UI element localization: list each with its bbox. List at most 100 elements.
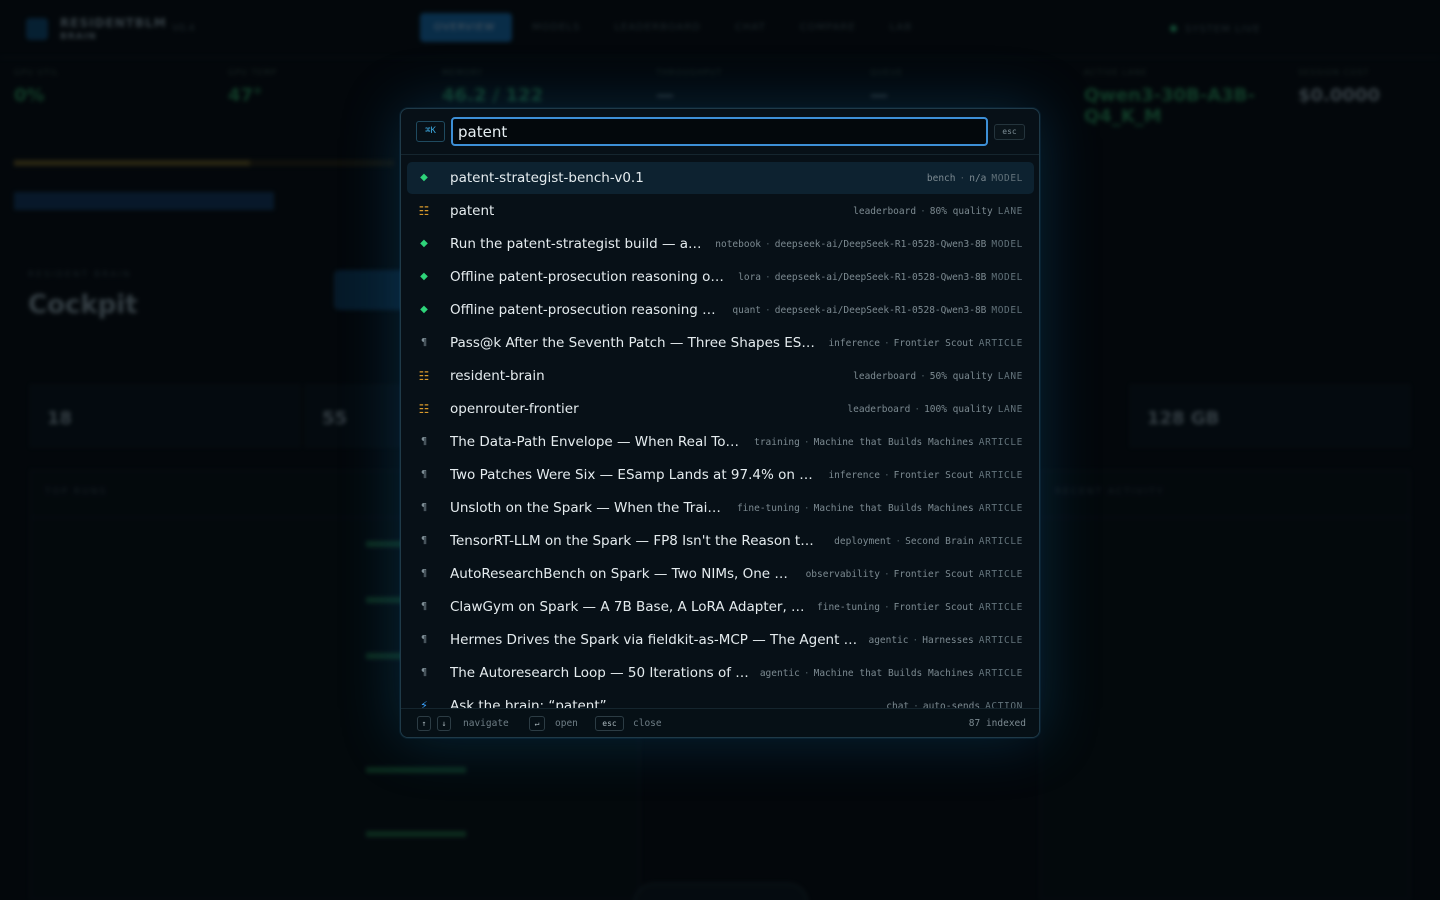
result-item[interactable]: ¶ deployment · Second Brain ARTICLE TensorRT-… xyxy=(407,525,1034,557)
result-meta-part: notebook xyxy=(715,239,762,250)
result-item[interactable]: ¶ fine-tuning · Machine that Builds Machine… xyxy=(407,492,1034,524)
result-title: AutoResearchBench on Spark — Two NIMs, O… xyxy=(450,566,788,582)
result-title: patent xyxy=(450,203,495,219)
result-item[interactable]: ¶ fine-tuning · Frontier Scout ARTICLE ClawGy… xyxy=(407,591,1034,623)
meta-separator: · xyxy=(883,569,890,580)
result-item[interactable]: ☷ leaderboard · 100% quality LANE openrouter-… xyxy=(407,393,1034,425)
result-title: Ask the brain: “patent” xyxy=(450,698,607,708)
result-title: Pass@k After the Seventh Patch — Three S… xyxy=(450,335,815,351)
result-item[interactable]: ☷ leaderboard · 80% quality LANE patent xyxy=(407,195,1034,227)
meta-separator: · xyxy=(883,470,890,481)
result-meta: leaderboard · 50% quality LANE xyxy=(853,371,1023,383)
lane-icon: ☷ xyxy=(418,369,430,383)
search-input[interactable] xyxy=(451,117,988,146)
result-kind-badge: MODEL xyxy=(991,272,1023,283)
meta-separator: · xyxy=(959,173,966,184)
article-icon: ¶ xyxy=(420,601,428,612)
result-meta: lora · deepseek-ai/DeepSeek-R1-0528-Qwen3-… xyxy=(738,272,1023,284)
meta-separator: · xyxy=(803,668,810,679)
meta-separator: · xyxy=(883,602,890,613)
result-meta: observability · Frontier Scout ARTICLE xyxy=(806,569,1023,581)
result-meta-part: lora xyxy=(738,272,762,283)
article-icon: ¶ xyxy=(420,337,428,348)
result-meta-part: deepseek-ai/DeepSeek-R1-0528-Qwen3-8B xyxy=(774,239,987,250)
result-meta-part: Second Brain xyxy=(905,536,974,547)
result-title: Two Patches Were Six — ESamp Lands at 97… xyxy=(450,467,819,483)
result-meta-part: chat xyxy=(886,701,910,708)
result-meta-part: Frontier Scout xyxy=(893,569,974,580)
result-kind-badge: ARTICLE xyxy=(978,437,1023,448)
result-item[interactable]: ◆ bench · n/a MODEL patent-strategist-bench-v… xyxy=(407,162,1034,194)
result-meta-part: fine-tuning xyxy=(736,503,800,514)
result-kind-badge: ARTICLE xyxy=(978,470,1023,481)
meta-separator: · xyxy=(914,404,921,415)
result-kind-badge: ARTICLE xyxy=(978,602,1023,613)
shortcut-hint: ⌘K xyxy=(416,121,445,142)
result-meta-part: inference xyxy=(828,470,880,481)
result-item[interactable]: ¶ agentic · Machine that Builds Machines ART… xyxy=(407,657,1034,689)
article-icon: ¶ xyxy=(420,469,428,480)
result-meta-part: deployment xyxy=(834,536,892,547)
result-kind-badge: MODEL xyxy=(991,305,1023,316)
esc-button[interactable]: esc xyxy=(994,124,1025,140)
model-icon: ◆ xyxy=(420,238,428,249)
meta-separator: · xyxy=(912,635,919,646)
result-kind-badge: MODEL xyxy=(991,173,1023,184)
result-item[interactable]: ⚡ chat · auto-sends ACTION Ask the brain: “pa… xyxy=(407,690,1034,708)
model-icon: ◆ xyxy=(420,172,428,183)
meta-separator: · xyxy=(765,272,771,283)
result-title: openrouter-frontier xyxy=(450,401,579,417)
result-meta-part: leaderboard xyxy=(853,206,917,217)
article-icon: ¶ xyxy=(420,634,428,645)
result-meta-part: inference xyxy=(828,338,880,349)
result-meta-part: agentic xyxy=(759,668,800,679)
result-item[interactable]: ¶ agentic · Harnesses ARTICLE Hermes Drives t… xyxy=(407,624,1034,656)
result-meta-part: Harnesses xyxy=(922,635,974,646)
lane-icon: ☷ xyxy=(418,204,430,218)
meta-separator: · xyxy=(803,503,810,514)
result-meta: agentic · Harnesses ARTICLE xyxy=(868,635,1023,647)
result-meta: chat · auto-sends ACTION xyxy=(886,701,1023,708)
result-item[interactable]: ◆ lora · deepseek-ai/DeepSeek-R1-0528-Qwen3… xyxy=(407,261,1034,293)
meta-separator: · xyxy=(920,206,926,217)
result-meta-part: auto-sends xyxy=(922,701,981,708)
result-meta-part: Frontier Scout xyxy=(893,338,974,349)
result-title: resident-brain xyxy=(450,368,545,384)
result-item[interactable]: ¶ inference · Frontier Scout ARTICLE Pass@k A… xyxy=(407,327,1034,359)
result-kind-badge: LANE xyxy=(997,404,1023,415)
result-item[interactable]: ☷ leaderboard · 50% quality LANE resident-bra… xyxy=(407,360,1034,392)
result-title: Unsloth on the Spark — When the Trai… xyxy=(450,500,721,516)
command-palette: ⌘K esc ◆bench·n/aMODELpatent-strategist-… xyxy=(400,108,1040,738)
result-kind-badge: ACTION xyxy=(985,701,1023,708)
result-item[interactable]: ◆ notebook · deepseek-ai/DeepSeek-R1-0528-Q… xyxy=(407,228,1034,260)
result-kind-badge: LANE xyxy=(997,371,1023,382)
result-kind-badge: ARTICLE xyxy=(978,536,1023,547)
article-icon: ¶ xyxy=(420,568,428,579)
result-kind-badge: MODEL xyxy=(991,239,1023,250)
enter-key-icon: ↵ xyxy=(529,716,545,731)
result-item[interactable]: ¶ inference · Frontier Scout ARTICLE Two Patc… xyxy=(407,459,1034,491)
result-title: Offline patent-prosecution reasoning o… xyxy=(450,269,724,285)
result-item[interactable]: ¶ training · Machine that Builds Machines AR… xyxy=(407,426,1034,458)
result-meta-part: 100% quality xyxy=(924,404,993,415)
result-meta-part: agentic xyxy=(868,635,909,646)
arrow-up-key-icon: ↑ xyxy=(417,716,431,731)
results-list: ◆ bench · n/a MODEL patent-strategist-bench-v… xyxy=(401,156,1039,708)
result-meta: notebook · deepseek-ai/DeepSeek-R1-0528-Qw… xyxy=(715,239,1023,251)
result-kind-badge: ARTICLE xyxy=(978,668,1023,679)
result-meta: agentic · Machine that Builds Machines ARTI… xyxy=(760,668,1023,680)
result-title: TensorRT-LLM on the Spark — FP8 Isn't th… xyxy=(450,533,814,549)
meta-separator: · xyxy=(920,371,926,382)
palette-footer: ↑ ↓ navigate ↵ open esc close 87 indexed xyxy=(401,708,1039,737)
meta-separator: · xyxy=(895,536,902,547)
result-item[interactable]: ◆ quant · deepseek-ai/DeepSeek-R1-0528-Qwen… xyxy=(407,294,1034,326)
meta-separator: · xyxy=(913,701,919,708)
result-meta-part: Machine that Builds Machines xyxy=(813,503,974,514)
result-meta-part: bench xyxy=(926,173,956,184)
result-meta-part: Frontier Scout xyxy=(893,602,974,613)
result-item[interactable]: ¶ observability · Frontier Scout ARTICLE Auto… xyxy=(407,558,1034,590)
result-title: The Data-Path Envelope — When Real To… xyxy=(450,434,739,450)
result-meta: quant · deepseek-ai/DeepSeek-R1-0528-Qwen3… xyxy=(732,305,1023,317)
result-kind-badge: ARTICLE xyxy=(978,635,1023,646)
result-title: Offline patent-prosecution reasoning … xyxy=(450,302,716,318)
